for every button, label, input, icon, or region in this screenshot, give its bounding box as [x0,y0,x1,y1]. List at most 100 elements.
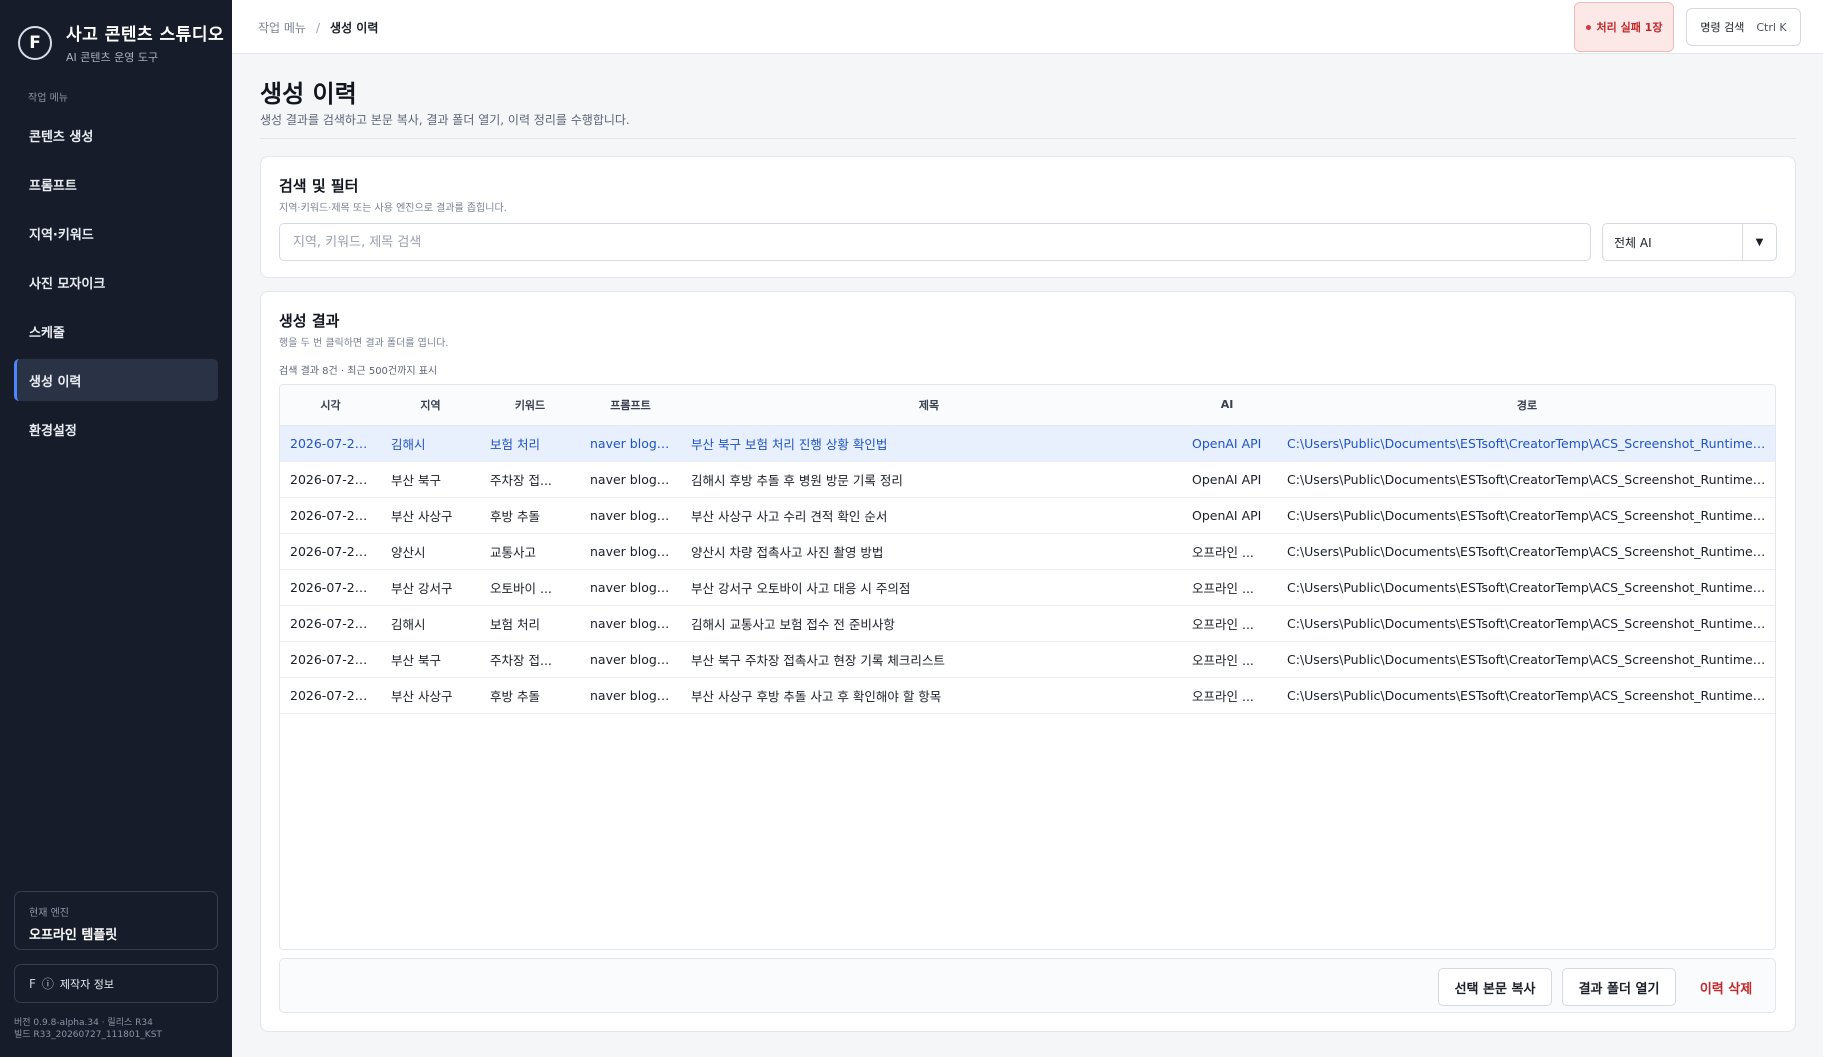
engine-value: 오프라인 템플릿 [29,928,118,943]
maker-info-label: 제작자 정보 [59,977,115,991]
cell-prompt: naver blog ... [580,605,681,642]
results-subtitle: 행을 두 번 클릭하면 결과 폴더를 엽니다. [279,338,449,349]
table-row[interactable]: 2026-07-26... 부산 북구 주차장 접... naver blog … [280,461,1775,498]
table-row[interactable]: 2026-07-26... 김해시 보험 처리 naver blog ... 부… [280,425,1775,462]
cell-region: 부산 사상구 [381,677,480,714]
app-logo-icon: F [18,25,52,60]
maker-info-button[interactable]: F ⓘ 제작자 정보 [14,964,218,1003]
cell-region: 김해시 [381,605,480,642]
table-row[interactable]: 2026-07-26... 양산시 교통사고 naver blog ... 양산… [280,533,1775,570]
cell-prompt: naver blog ... [580,533,681,570]
version-info: 버전 0.9.8-alpha.34 · 릴리스 R34 빌드 R33_20260… [14,1017,162,1041]
sidebar-item-prompt[interactable]: 프롬프트 [14,163,218,205]
cell-path: C:\Users\Public\Documents\ESTsoft\Creato… [1277,533,1775,570]
cell-path: C:\Users\Public\Documents\ESTsoft\Creato… [1277,677,1775,714]
cell-ai: OpenAI API [1177,497,1277,534]
cell-prompt: naver blog ... [580,497,681,534]
ai-filter-select[interactable]: 전체 AI ▼ [1602,223,1777,261]
sidebar-item-history[interactable]: 생성 이력 [14,359,218,401]
cell-title: 양산시 차량 접촉사고 사진 촬영 방법 [681,533,1177,570]
table-header-row: 시각 지역 키워드 프롬프트 제목 AI 경로 [280,385,1775,426]
cell-time: 2026-07-26... [280,425,381,462]
cell-time: 2026-07-26... [280,461,381,498]
brand: F 사고 콘텐츠 스튜디오 AI 콘텐츠 운영 도구 [18,20,224,65]
cell-region: 부산 북구 [381,461,480,498]
cell-ai: 오프라인 ... [1177,677,1277,714]
sidebar-item-settings[interactable]: 환경설정 [14,408,218,450]
table-row[interactable]: 2026-07-27... 김해시 보험 처리 naver blog ... 김… [280,605,1775,642]
cell-path: C:\Users\Public\Documents\ESTsoft\Creato… [1277,605,1775,642]
cell-region: 부산 사상구 [381,497,480,534]
logo-small-icon: F [29,976,36,991]
column-header-keyword[interactable]: 키워드 [480,385,580,426]
failure-badge-label: 처리 실패 1장 [1596,21,1663,34]
table-row[interactable]: 2026-07-27... 부산 북구 주차장 접... naver blog … [280,641,1775,678]
cell-region: 양산시 [381,533,480,570]
cell-prompt: naver blog ... [580,461,681,498]
breadcrumb-root[interactable]: 작업 메뉴 [258,21,306,35]
cell-ai: 오프라인 ... [1177,605,1277,642]
table-row[interactable]: 2026-07-26... 부산 사상구 후방 추돌 naver blog ..… [280,497,1775,534]
sidebar-item-photo-mosaic[interactable]: 사진 모자이크 [14,261,218,303]
cell-keyword: 오토바이 ... [480,569,580,606]
cell-ai: OpenAI API [1177,461,1277,498]
column-header-title[interactable]: 제목 [681,385,1177,426]
sidebar-item-schedule[interactable]: 스케줄 [14,310,218,352]
cell-title: 부산 사상구 사고 수리 견적 확인 순서 [681,497,1177,534]
command-search-button[interactable]: 명령 검색 Ctrl K [1686,8,1801,46]
cell-time: 2026-07-26... [280,533,381,570]
cell-keyword: 교통사고 [480,533,580,570]
breadcrumb-current: 생성 이력 [330,21,379,35]
column-header-time[interactable]: 시각 [280,385,381,426]
open-folder-button[interactable]: 결과 폴더 열기 [1562,968,1676,1006]
delete-history-button[interactable]: 이력 삭제 [1686,968,1766,1006]
cell-keyword: 주차장 접... [480,641,580,678]
results-card: 생성 결과 행을 두 번 클릭하면 결과 폴더를 엽니다. 검색 결과 8건 ·… [260,291,1796,1032]
column-header-ai[interactable]: AI [1177,385,1277,426]
cell-time: 2026-07-27... [280,641,381,678]
column-header-prompt[interactable]: 프롬프트 [580,385,681,426]
cell-ai: OpenAI API [1177,425,1277,462]
command-search-label: 명령 검색 [1700,21,1745,34]
failure-badge[interactable]: 처리 실패 1장 [1574,2,1674,52]
cell-keyword: 보험 처리 [480,425,580,462]
build-line: 빌드 R33_20260727_111801_KST [14,1030,162,1040]
cell-time: 2026-07-27... [280,677,381,714]
version-line: 버전 0.9.8-alpha.34 · 릴리스 R34 [14,1018,153,1028]
cell-time: 2026-07-27... [280,605,381,642]
table-row[interactable]: 2026-07-27... 부산 사상구 후방 추돌 naver blog ..… [280,677,1775,714]
cell-title: 부산 강서구 오토바이 사고 대응 시 주의점 [681,569,1177,606]
sidebar-item-region-keyword[interactable]: 지역·키워드 [14,212,218,254]
cell-region: 부산 북구 [381,641,480,678]
cell-ai: 오프라인 ... [1177,569,1277,606]
app-subtitle: AI 콘텐츠 운영 도구 [66,51,159,64]
divider [260,138,1796,139]
cell-ai: 오프라인 ... [1177,641,1277,678]
sidebar-item-content-create[interactable]: 콘텐츠 생성 [14,114,218,156]
cell-title: 부산 북구 보험 처리 진행 상황 확인법 [681,425,1177,462]
filter-card: 검색 및 필터 지역·키워드·제목 또는 사용 엔진으로 결과를 좁힙니다. 전… [260,156,1796,278]
cell-path: C:\Users\Public\Documents\ESTsoft\Creato… [1277,461,1775,498]
cell-region: 김해시 [381,425,480,462]
cell-title: 부산 사상구 후방 추돌 사고 후 확인해야 할 항목 [681,677,1177,714]
cell-path: C:\Users\Public\Documents\ESTsoft\Creato… [1277,569,1775,606]
column-header-path[interactable]: 경로 [1277,385,1775,426]
cell-ai: 오프라인 ... [1177,533,1277,570]
cell-title: 김해시 교통사고 보험 접수 전 준비사항 [681,605,1177,642]
results-title: 생성 결과 [279,312,340,330]
cell-title: 김해시 후방 추돌 후 병원 방문 기록 정리 [681,461,1177,498]
sidebar: F 사고 콘텐츠 스튜디오 AI 콘텐츠 운영 도구 작업 메뉴 콘텐츠 생성 … [0,0,232,1057]
sidebar-nav: 콘텐츠 생성 프롬프트 지역·키워드 사진 모자이크 스케줄 생성 이력 환경설… [14,114,218,457]
copy-body-button[interactable]: 선택 본문 복사 [1438,968,1552,1006]
command-shortcut: Ctrl K [1756,20,1787,34]
search-input[interactable] [279,223,1591,261]
cell-keyword: 보험 처리 [480,605,580,642]
filter-title: 검색 및 필터 [279,177,359,195]
cell-keyword: 후방 추돌 [480,497,580,534]
column-header-region[interactable]: 지역 [381,385,480,426]
page-description: 생성 결과를 검색하고 본문 복사, 결과 폴더 열기, 이력 정리를 수행합니… [260,113,630,127]
page-title: 생성 이력 [260,80,357,108]
chevron-down-icon[interactable]: ▼ [1742,224,1776,260]
table-row[interactable]: 2026-07-27... 부산 강서구 오토바이 ... naver blog… [280,569,1775,606]
engine-label: 현재 엔진 [29,908,69,919]
